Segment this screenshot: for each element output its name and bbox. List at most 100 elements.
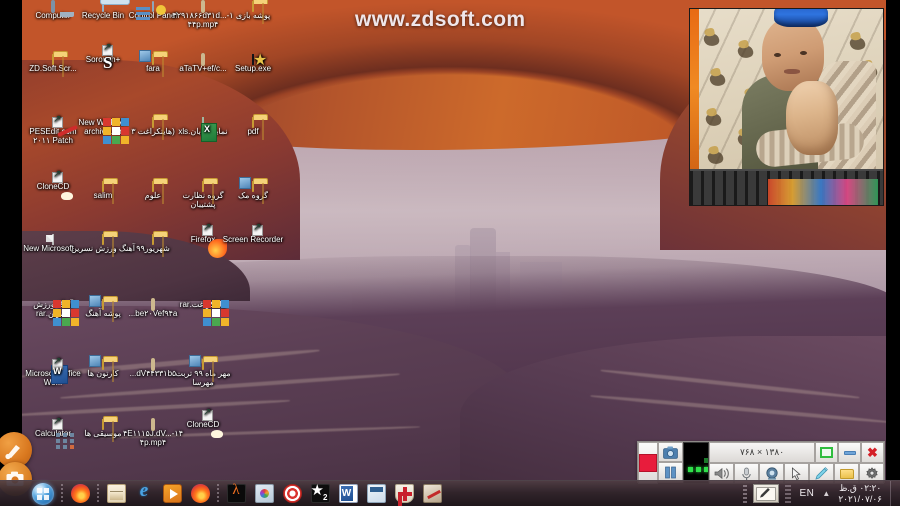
- language-indicator[interactable]: EN: [799, 488, 814, 499]
- taskbar-shield[interactable]: [392, 483, 416, 505]
- capture-resolution-label: ۱۳۸۰ × ۷۶۸: [709, 442, 815, 463]
- stop-recording-button[interactable]: [638, 442, 658, 484]
- recycle-bin-icon: [102, 1, 104, 12]
- letterbox-right: [886, 0, 900, 480]
- folder-icon: [152, 181, 154, 192]
- start-button[interactable]: [28, 482, 58, 506]
- taskbar-separator: [217, 483, 219, 504]
- desktop-icon[interactable]: pdf: [220, 117, 286, 136]
- video-file-icon: [151, 298, 155, 311]
- pencil-icon: [815, 466, 828, 480]
- video-file-icon: [151, 418, 155, 431]
- taskbar-star2-icon: [310, 481, 330, 503]
- shortcut-overlay-icon: [202, 407, 213, 421]
- desktop-icon-label: شهریور۹۹: [136, 244, 170, 253]
- desktop-icon[interactable]: پوشه بازی: [220, 1, 286, 20]
- snapshot-button[interactable]: [658, 442, 683, 462]
- close-toolbar-button[interactable]: ✖: [861, 442, 884, 463]
- taskbar-ps-icon: [422, 484, 442, 503]
- tray-grip: [743, 484, 748, 503]
- desktop-icon-label: گروه مک: [238, 191, 268, 200]
- taskbar-ps[interactable]: [420, 483, 444, 505]
- folder-icon: [252, 117, 254, 128]
- video-file-icon: [201, 0, 205, 13]
- clock-time: ۰۲:۲۰ ق.ظ: [839, 482, 882, 493]
- folder-icon: [102, 181, 104, 192]
- video-file-icon: [151, 358, 155, 371]
- desktop-icon[interactable]: گروه مک: [220, 177, 286, 200]
- excel-file-icon: [202, 117, 204, 128]
- clock-date: ۲۰۲۱/۰۷/۰۶: [838, 493, 882, 504]
- video-file-icon: [201, 53, 205, 66]
- clock[interactable]: ۰۲:۲۰ ق.ظ ۲۰۲۱/۰۷/۰۶: [838, 483, 886, 505]
- taskbar[interactable]: EN ▲ ۰۲:۲۰ ق.ظ ۲۰۲۱/۰۷/۰۶: [0, 480, 900, 506]
- desktop-icon[interactable]: CloneCD: [170, 407, 236, 429]
- taskbar-halflife[interactable]: [224, 482, 248, 505]
- pesedit-icon: [52, 114, 63, 128]
- desktop-icon-label: pdf: [247, 127, 259, 136]
- taskbar-firefox-2-icon: [190, 484, 210, 503]
- folder-icon: [202, 181, 204, 192]
- folder-icon: [839, 468, 854, 479]
- tablet-pen-icon: [756, 486, 777, 501]
- taskbar-paint[interactable]: [252, 483, 276, 505]
- desktop-icon[interactable]: Screen Recorder: [220, 222, 286, 244]
- taskbar-shield-icon: [394, 484, 414, 503]
- taskbar-star2[interactable]: [308, 481, 332, 505]
- stop-square-icon: [639, 454, 657, 472]
- pen-icon: [5, 445, 20, 460]
- taskbar-firefox[interactable]: [68, 483, 92, 505]
- show-hidden-icons-button[interactable]: ▲: [822, 489, 830, 498]
- taskbar-calculator-icon: [366, 484, 386, 503]
- taskbar-target-icon: [282, 484, 302, 503]
- zdsoft-folder-icon: [52, 54, 54, 65]
- desktop-icon[interactable]: مهر ماه ۹۹ تربت مهرسا: [170, 355, 236, 387]
- folder-icon: [152, 117, 154, 128]
- desktop-icon-label: Screen Recorder: [222, 235, 284, 244]
- taskbar-separator: [97, 483, 99, 504]
- taskbar-target[interactable]: [280, 483, 304, 505]
- computer-icon: [51, 0, 55, 13]
- screen-recorder-toolbar[interactable]: ۱۳۸۰ × ۷۶۸ ✖: [637, 441, 885, 484]
- folder-icon: [152, 234, 154, 245]
- taskbar-wmp[interactable]: [160, 483, 184, 505]
- windows-logo-icon: [32, 482, 54, 505]
- region-select-button[interactable]: [815, 442, 838, 463]
- desktop-icon-label: مهر ماه ۹۹ تربت مهرسا: [175, 369, 231, 387]
- setup-exe-icon: [252, 54, 254, 65]
- calculator-icon: [52, 416, 63, 430]
- desktop-icon-grid: Computer Recycle Bin Control Panel ۴۲۹۱۸۶۶d…: [0, 0, 290, 480]
- microphone-icon: [742, 467, 751, 480]
- taskbar-separator: [61, 483, 63, 504]
- show-desktop-button[interactable]: [890, 480, 898, 506]
- taskbar-ie[interactable]: [132, 480, 156, 505]
- taskbar-firefox-2[interactable]: [188, 483, 212, 505]
- folder-icon: [89, 355, 104, 370]
- shortcut-overlay-icon: [52, 416, 63, 430]
- taskbar-word[interactable]: [336, 483, 360, 505]
- desktop-screen: www.zdsoft.com Computer Recycle Bin Contro…: [0, 0, 900, 506]
- desktop-icon-label: CloneCD: [186, 420, 220, 429]
- desktop-icon[interactable]: Setup.exe: [220, 54, 286, 73]
- desktop-icon[interactable]: هایتکراغت.rar: [170, 300, 236, 326]
- gear-icon: [865, 466, 878, 479]
- control-panel-icon: [152, 1, 154, 12]
- taskbar-explorer[interactable]: [104, 483, 128, 505]
- folder-icon: [102, 419, 104, 430]
- audio-vu-meter: [683, 442, 709, 484]
- taskbar-calculator[interactable]: [364, 483, 388, 505]
- system-tray[interactable]: EN ▲ ۰۲:۲۰ ق.ظ ۲۰۲۱/۰۷/۰۶: [743, 480, 900, 506]
- webcam-overlay[interactable]: [689, 8, 884, 206]
- taskbar-paint-icon: [254, 484, 274, 503]
- pause-recording-button[interactable]: [658, 462, 683, 482]
- folder-icon: [252, 1, 254, 12]
- tablet-input-button[interactable]: [753, 484, 780, 503]
- desktop-icon-label: ZD.Soft.Scr...: [29, 64, 77, 73]
- taskbar-firefox-icon: [70, 484, 90, 503]
- webcam-subject-mouth: [784, 69, 800, 74]
- minimize-toolbar-button[interactable]: [838, 442, 861, 463]
- folder-icon: [139, 50, 154, 65]
- tray-dots: [785, 484, 792, 503]
- webcam-subject-head: [762, 17, 824, 91]
- pause-icon: [665, 466, 676, 478]
